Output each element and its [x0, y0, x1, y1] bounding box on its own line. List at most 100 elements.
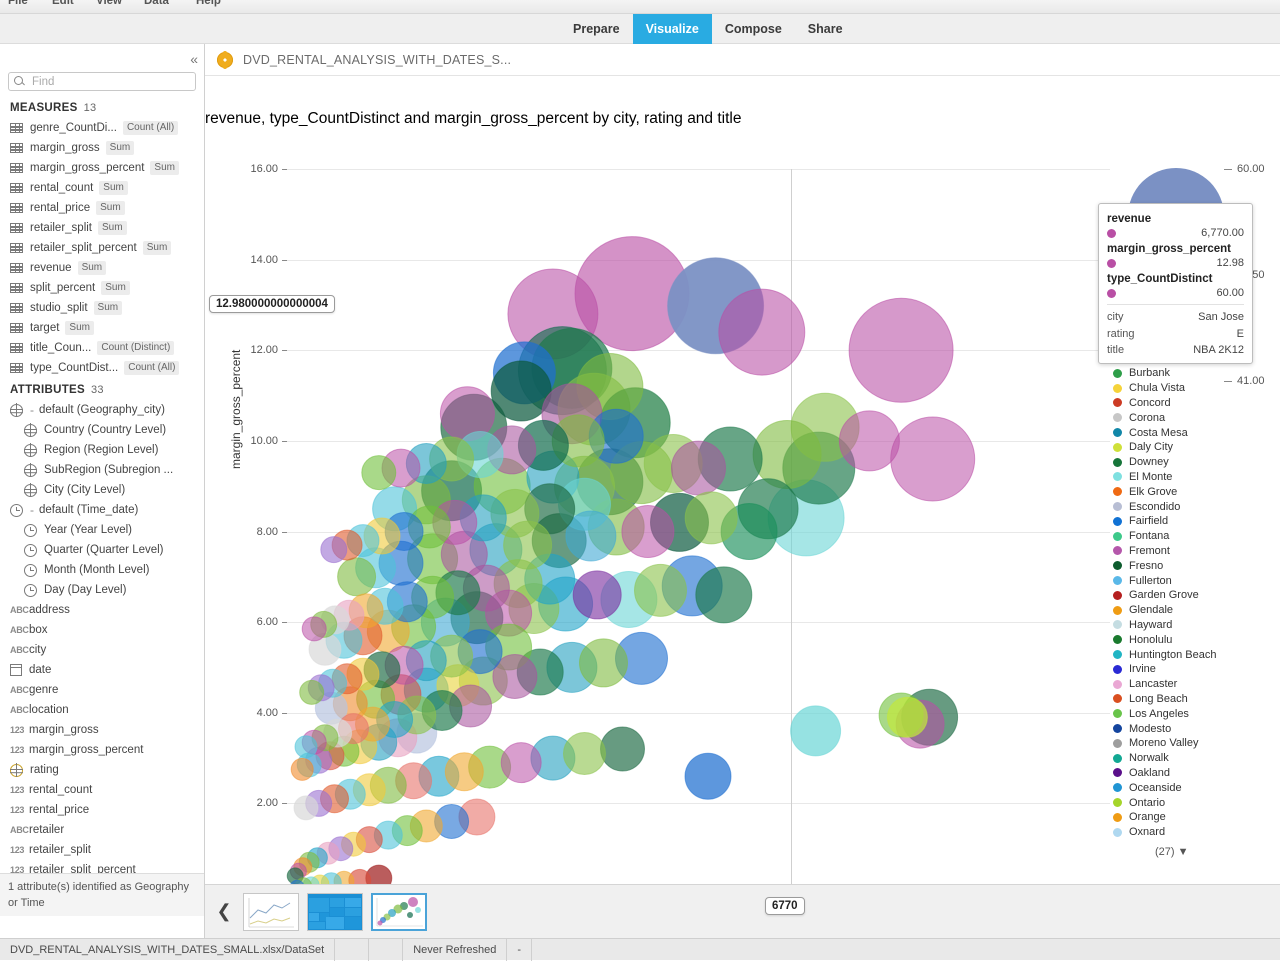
legend-item[interactable]: Honolulu [1113, 632, 1280, 647]
attribute-item[interactable]: ABCcity [0, 640, 204, 660]
legend-item[interactable]: Modesto [1113, 721, 1280, 736]
bubble-point[interactable] [685, 753, 731, 799]
legend-item[interactable]: Norwalk [1113, 751, 1280, 766]
legend-item[interactable]: Concord [1113, 396, 1280, 411]
measure-aggregation-badge[interactable]: Sum [78, 261, 107, 275]
measure-item[interactable]: retailer_splitSum [0, 218, 204, 238]
measure-aggregation-badge[interactable]: Sum [65, 321, 94, 335]
measure-aggregation-badge[interactable]: Count (All) [124, 361, 179, 375]
legend-item[interactable]: Oceanside [1113, 780, 1280, 795]
legend-item[interactable]: Oakland [1113, 766, 1280, 781]
measure-item[interactable]: rental_countSum [0, 178, 204, 198]
tab-visualize[interactable]: Visualize [633, 14, 712, 44]
attribute-item[interactable]: 123margin_gross [0, 720, 204, 740]
tab-prepare[interactable]: Prepare [560, 14, 633, 44]
measure-aggregation-badge[interactable]: Sum [101, 281, 130, 295]
measure-item[interactable]: split_percentSum [0, 278, 204, 298]
attribute-item[interactable]: City (City Level) [0, 480, 204, 500]
bubble-point[interactable] [622, 506, 674, 558]
legend-item[interactable]: Costa Mesa [1113, 425, 1280, 440]
menu-data[interactable]: Data [144, 0, 169, 7]
legend-item[interactable]: Los Angeles [1113, 706, 1280, 721]
legend-item[interactable]: Daly City [1113, 440, 1280, 455]
attribute-item[interactable]: ABCgenre [0, 680, 204, 700]
attribute-item[interactable]: 123rental_price [0, 800, 204, 820]
bubble-point[interactable] [580, 639, 628, 687]
measure-aggregation-badge[interactable]: Sum [94, 301, 123, 315]
measure-aggregation-badge[interactable]: Count (All) [123, 121, 178, 135]
bubble-point[interactable] [719, 289, 805, 375]
legend-item[interactable]: Glendale [1113, 603, 1280, 618]
legend-item[interactable]: Fontana [1113, 529, 1280, 544]
attribute-item[interactable]: Day (Day Level) [0, 580, 204, 600]
legend-item[interactable]: Lancaster [1113, 677, 1280, 692]
attribute-item[interactable]: Month (Month Level) [0, 560, 204, 580]
attribute-item[interactable]: 123margin_gross_percent [0, 740, 204, 760]
bubble-point[interactable] [564, 733, 606, 775]
attribute-item[interactable]: Country (Country Level) [0, 420, 204, 440]
bubble-point[interactable] [300, 680, 324, 704]
bubble-series[interactable] [287, 169, 1110, 894]
attribute-item[interactable]: Year (Year Level) [0, 520, 204, 540]
bubble-point[interactable] [294, 796, 318, 820]
attribute-item[interactable]: rating [0, 760, 204, 780]
attribute-item[interactable]: 123retailer_split [0, 840, 204, 860]
line-chart-thumbnail[interactable] [243, 893, 299, 931]
bubble-point[interactable] [295, 736, 317, 758]
chevron-left-icon[interactable]: ❮ [213, 892, 235, 932]
menu-view[interactable]: View [96, 0, 122, 7]
bubble-point[interactable] [566, 511, 616, 561]
bubble-point[interactable] [302, 617, 326, 641]
attribute-item[interactable]: ABCaddress [0, 600, 204, 620]
bubble-point[interactable] [672, 441, 726, 495]
attribute-item[interactable]: -default (Time_date) [0, 500, 204, 520]
bubble-point[interactable] [501, 743, 541, 783]
measure-aggregation-badge[interactable]: Sum [143, 241, 172, 255]
legend-item[interactable]: Chula Vista [1113, 381, 1280, 396]
legend-item[interactable]: El Monte [1113, 470, 1280, 485]
measure-item[interactable]: margin_gross_percentSum [0, 158, 204, 178]
sheet-thumbnails[interactable] [235, 893, 427, 931]
bubble-point[interactable] [338, 558, 376, 596]
measure-aggregation-badge[interactable]: Count (Distinct) [97, 341, 174, 355]
tab-compose[interactable]: Compose [712, 14, 795, 44]
bubble-point[interactable] [445, 753, 483, 791]
legend-item[interactable]: Long Beach [1113, 692, 1280, 707]
attribute-item[interactable]: SubRegion (Subregion ... [0, 460, 204, 480]
bubble-point[interactable] [753, 421, 821, 489]
bubble-point[interactable] [696, 567, 752, 623]
bubble-point[interactable] [573, 571, 621, 619]
collapse-panel-icon[interactable]: « [190, 52, 198, 66]
expander-toggle[interactable]: - [30, 403, 34, 417]
attribute-item[interactable]: Region (Region Level) [0, 440, 204, 460]
bubble-layer[interactable] [287, 169, 1110, 894]
measure-item[interactable]: revenueSum [0, 258, 204, 278]
measure-item[interactable]: retailer_split_percentSum [0, 238, 204, 258]
attribute-item[interactable]: ABClocation [0, 700, 204, 720]
legend-item[interactable]: Moreno Valley [1113, 736, 1280, 751]
measure-item[interactable]: rental_priceSum [0, 198, 204, 218]
bubble-point[interactable] [291, 758, 313, 780]
bubble-point[interactable] [362, 456, 396, 490]
plot-area[interactable]: 0.002.004.006.008.0010.0012.0014.0016.00… [287, 169, 1110, 894]
bubble-point[interactable] [891, 417, 975, 501]
measure-item[interactable]: genre_CountDi...Count (All) [0, 118, 204, 138]
legend-item[interactable]: Elk Grove [1113, 484, 1280, 499]
menu-file[interactable]: File [8, 0, 28, 7]
attribute-item[interactable]: Quarter (Quarter Level) [0, 540, 204, 560]
attribute-item[interactable]: ABCbox [0, 620, 204, 640]
bubble-point[interactable] [685, 492, 737, 544]
measure-aggregation-badge[interactable]: Sum [106, 141, 135, 155]
document-title[interactable]: DVD_RENTAL_ANALYSIS_WITH_DATES_S... [243, 53, 511, 67]
legend-item[interactable]: Fremont [1113, 544, 1280, 559]
bubble-point[interactable] [601, 727, 645, 771]
legend-item[interactable]: Burbank [1113, 366, 1280, 381]
legend-item[interactable]: Huntington Beach [1113, 647, 1280, 662]
attribute-item[interactable]: ABCretailer [0, 820, 204, 840]
legend-item[interactable]: Garden Grove [1113, 588, 1280, 603]
attribute-item[interactable]: -default (Geography_city) [0, 400, 204, 420]
search-box[interactable] [8, 72, 196, 91]
city-legend[interactable]: BurbankChula VistaConcordCoronaCosta Mes… [1113, 366, 1280, 856]
bubble-point[interactable] [321, 537, 347, 563]
expander-toggle[interactable]: - [30, 503, 34, 517]
